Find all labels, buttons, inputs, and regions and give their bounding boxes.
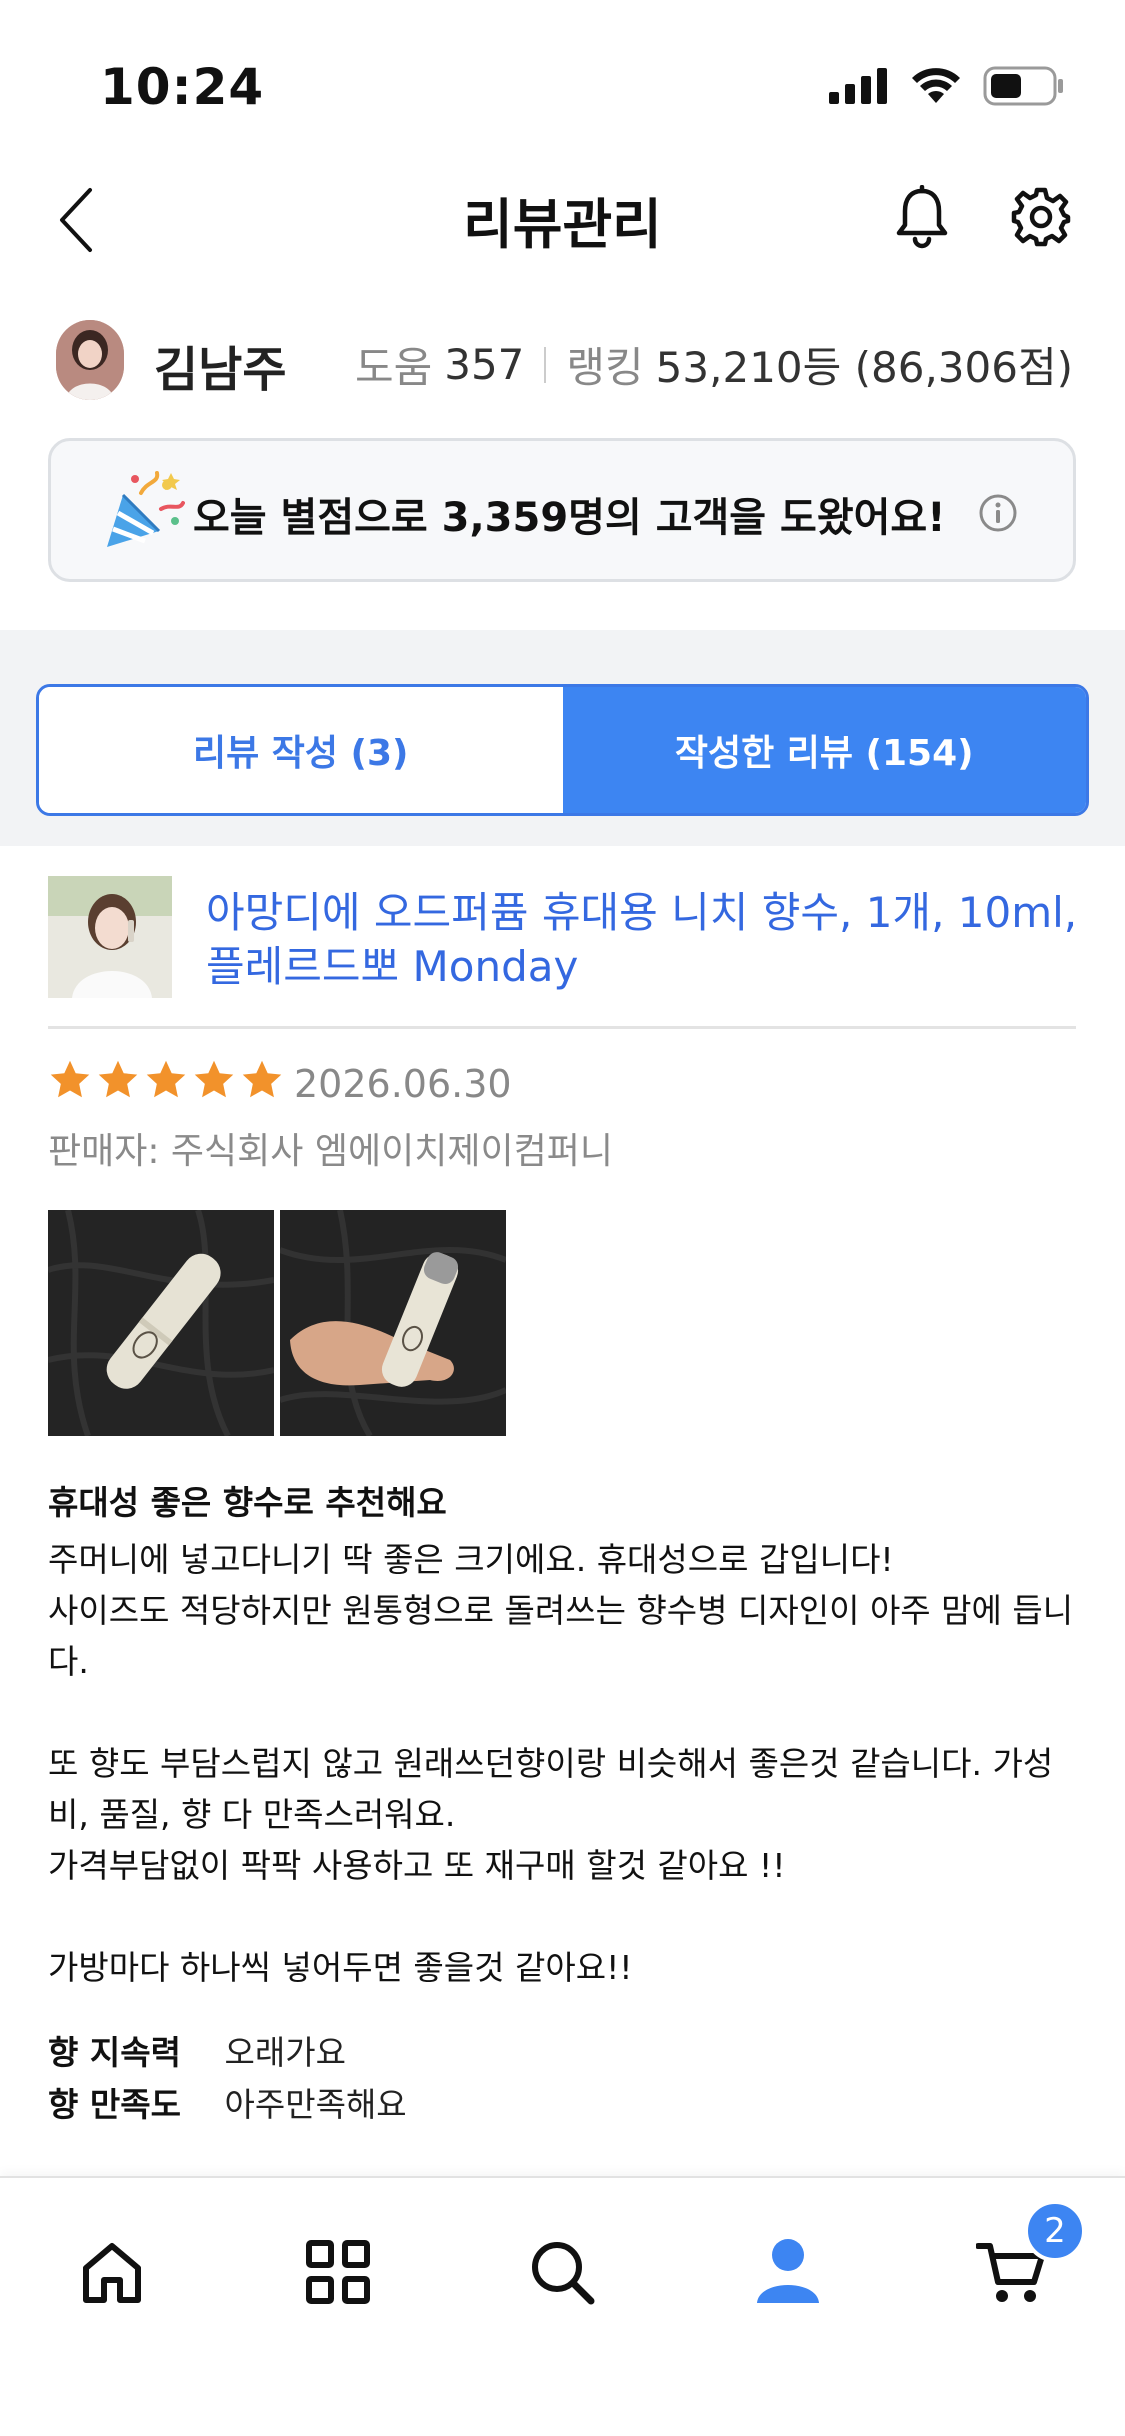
attribute-key: 향 지속력: [48, 2033, 181, 2072]
wifi-icon: [912, 68, 960, 103]
stats-separator: [544, 346, 547, 383]
product-name-link[interactable]: 아망디에 오드퍼퓸 휴대용 니치 향수, 1개, 10ml, 플레르드뽀 Mon…: [206, 886, 1086, 994]
avatar-image: [56, 320, 124, 400]
review-tabs: 리뷰 작성 (3) 작성한 리뷰 (154): [36, 684, 1089, 816]
star-icon: [194, 1060, 234, 1098]
attribute-value: 오래가요: [224, 2033, 346, 2072]
info-icon[interactable]: [978, 493, 1018, 533]
rank-value: 53,210등 (86,306점): [655, 343, 1073, 392]
review-date: 2026.06.30: [294, 1062, 512, 1106]
tab-write-review[interactable]: 리뷰 작성 (3): [39, 687, 563, 813]
status-time: 10:24: [100, 58, 265, 116]
attribute-key: 향 만족도: [48, 2085, 181, 2124]
notification-button[interactable]: [890, 182, 954, 252]
star-icon: [242, 1060, 282, 1098]
bottom-nav: 2: [0, 2176, 1125, 2436]
review-photo-2[interactable]: [280, 1210, 506, 1436]
review-photo-1[interactable]: [48, 1210, 274, 1436]
home-icon: [83, 2243, 141, 2303]
nav-category[interactable]: [290, 2224, 386, 2320]
avatar[interactable]: [56, 320, 124, 400]
divider: [48, 1026, 1076, 1029]
product-photo: [48, 876, 172, 998]
rank-label: 랭킹: [566, 343, 644, 392]
signal-icon: [829, 68, 887, 104]
party-popper-icon: [107, 471, 185, 547]
page-title: 리뷰관리: [463, 193, 662, 256]
category-icon: [306, 2240, 370, 2304]
nav-header: 리뷰관리: [0, 150, 1125, 280]
cart-badge: 2: [1024, 2200, 1086, 2262]
bell-icon: [896, 185, 948, 249]
nav-search[interactable]: [514, 2224, 610, 2320]
star-icon: [50, 1060, 90, 1098]
rating-stars: [48, 1058, 284, 1102]
settings-button[interactable]: [1008, 182, 1074, 252]
tab-written-reviews[interactable]: 작성한 리뷰 (154): [562, 687, 1086, 813]
battery-icon: [983, 66, 1063, 106]
nav-home[interactable]: [64, 2224, 160, 2320]
profile-name: 김남주: [154, 342, 287, 398]
seller-name: 판매자: 주식회사 엠에이치제이컴퍼니: [48, 1131, 613, 1172]
banner-text: 오늘 별점으로 3,359명의 고객을 도왔어요!: [193, 495, 946, 541]
status-icons: [829, 66, 1065, 106]
help-banner: 오늘 별점으로 3,359명의 고객을 도왔어요!: [48, 438, 1076, 582]
my-page-icon: [757, 2239, 819, 2303]
attribute-value: 아주만족해요: [224, 2085, 407, 2124]
review-body: 주머니에 넣고다니기 딱 좋은 크기에요. 휴대성으로 갑입니다! 사이즈도 적…: [48, 1540, 1074, 1987]
attribute-row: 향 지속력 오래가요: [48, 2026, 346, 2074]
profile-stats: 도움 357 랭킹 53,210등 (86,306점): [355, 334, 1073, 395]
review-photos: [48, 1210, 506, 1436]
review-photo-1-image: [48, 1210, 274, 1436]
review-title: 휴대성 좋은 향수로 추천해요: [48, 1483, 447, 1522]
attribute-row: 향 만족도 아주만족해요: [48, 2078, 407, 2126]
review-photo-2-image: [280, 1210, 506, 1436]
product-thumbnail[interactable]: [48, 876, 172, 998]
nav-my-page[interactable]: [740, 2224, 836, 2320]
help-count: 357: [444, 340, 525, 389]
help-label: 도움: [354, 343, 433, 392]
status-bar: 10:24: [0, 0, 1125, 150]
product-row[interactable]: 아망디에 오드퍼퓸 휴대용 니치 향수, 1개, 10ml, 플레르드뽀 Mon…: [0, 876, 1125, 1026]
star-icon: [98, 1060, 138, 1098]
star-icon: [146, 1060, 186, 1098]
search-icon: [532, 2242, 595, 2305]
profile-row: 김남주 도움 357 랭킹 53,210등 (86,306점): [0, 310, 1125, 410]
gear-icon: [1011, 187, 1071, 247]
